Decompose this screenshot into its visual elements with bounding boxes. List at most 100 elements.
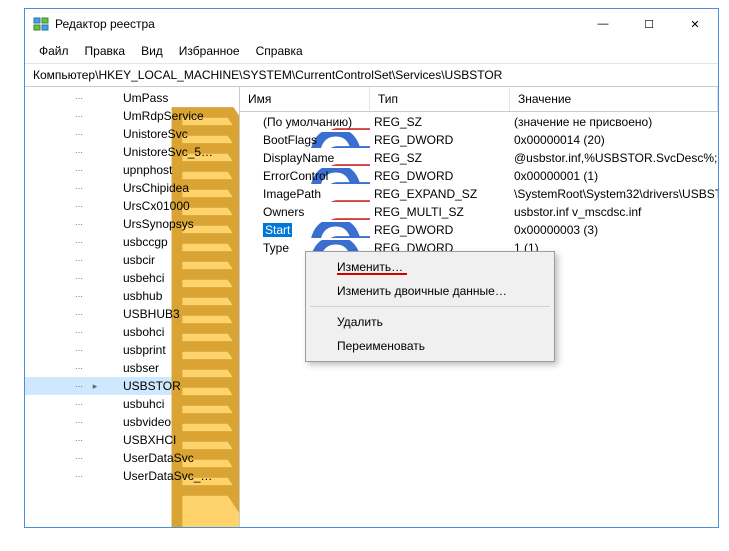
menu-view[interactable]: Вид [133, 41, 171, 61]
tree-guide-icon: ⋯ [69, 130, 89, 139]
string-value-icon [244, 114, 260, 130]
tree-item-usbhub3[interactable]: ⋯USBHUB3 [25, 305, 239, 323]
folder-icon [102, 235, 118, 249]
value-data: \SystemRoot\System32\drivers\USBST… [510, 187, 718, 201]
folder-icon [102, 217, 118, 231]
tree-item-usbprint[interactable]: ⋯usbprint [25, 341, 239, 359]
tree-item-usbxhci[interactable]: ⋯USBXHCI [25, 431, 239, 449]
tree-panel[interactable]: ⋯UmPass⋯UmRdpService⋯UnistoreSvc⋯Unistor… [25, 87, 240, 527]
tree-item-urschipidea[interactable]: ⋯UrsChipidea [25, 179, 239, 197]
col-data[interactable]: Значение [510, 87, 718, 111]
tree-item-label: usbuhci [121, 397, 166, 411]
tree-item-usbstor[interactable]: ⋯▸USBSTOR [25, 377, 239, 395]
tree-item-usbser[interactable]: ⋯ usbser [25, 359, 239, 377]
value-type: REG_DWORD [370, 169, 510, 183]
tree-item-usbvideo[interactable]: ⋯usbvideo [25, 413, 239, 431]
tree-item-label: usbohci [121, 325, 166, 339]
tree-guide-icon: ⋯ [69, 472, 89, 481]
folder-icon [102, 91, 118, 105]
tree-item-umrdpservice[interactable]: ⋯UmRdpService [25, 107, 239, 125]
tree-guide-icon: ⋯ [69, 418, 89, 427]
menu-help[interactable]: Справка [248, 41, 311, 61]
folder-icon [102, 343, 118, 357]
tree-item-usbuhci[interactable]: ⋯ usbuhci [25, 395, 239, 413]
close-button[interactable]: ✕ [672, 9, 718, 39]
tree-guide-icon: ⋯ [69, 400, 89, 409]
cm-delete[interactable]: Удалить [309, 310, 551, 334]
cm-separator [310, 306, 550, 307]
maximize-button[interactable]: ☐ [626, 9, 672, 39]
tree-item-usbehci[interactable]: ⋯ usbehci [25, 269, 239, 287]
cm-modify[interactable]: Изменить… [309, 255, 551, 279]
folder-icon [102, 397, 118, 411]
tree-guide-icon: ⋯ [69, 220, 89, 229]
tree-guide-icon: ⋯ [69, 364, 89, 373]
tree-item-label: usbprint [121, 343, 168, 357]
tree-item-label: UrsSynopsys [121, 217, 196, 231]
value-data: 0x00000014 (20) [510, 133, 718, 147]
folder-icon [102, 415, 118, 429]
value-type: REG_DWORD [370, 133, 510, 147]
tree-item-label: usbser [121, 361, 161, 375]
folder-icon [102, 433, 118, 447]
tree-item-label: usbcir [121, 253, 157, 267]
tree-item-urssynopsys[interactable]: ⋯ UrsSynopsys [25, 215, 239, 233]
col-name[interactable]: Имя [240, 87, 370, 111]
titlebar[interactable]: Редактор реестра — ☐ ✕ [25, 9, 718, 39]
context-menu: Изменить… Изменить двоичные данные… Удал… [305, 251, 555, 362]
string-value-icon [244, 186, 260, 202]
regedit-icon [33, 16, 49, 32]
menu-edit[interactable]: Правка [77, 41, 134, 61]
tree-guide-icon: ⋯ [69, 454, 89, 463]
value-row[interactable]: BootFlagsREG_DWORD0x00000014 (20) [240, 131, 718, 149]
tree-item-userdatasvc[interactable]: ⋯UserDataSvc [25, 449, 239, 467]
cm-modify-label: Изменить… [337, 260, 403, 274]
window-title: Редактор реестра [55, 17, 580, 31]
tree-item-umpass[interactable]: ⋯UmPass [25, 89, 239, 107]
folder-icon [102, 289, 118, 303]
value-row[interactable]: DisplayNameREG_SZ@usbstor.inf,%USBSTOR.S… [240, 149, 718, 167]
tree-item-label: usbehci [121, 271, 166, 285]
tree-guide-icon: ⋯ [69, 148, 89, 157]
tree-item-usbhub[interactable]: ⋯usbhub [25, 287, 239, 305]
tree-item-usbccgp[interactable]: ⋯usbccgp [25, 233, 239, 251]
value-type: REG_SZ [370, 115, 510, 129]
menu-favorites[interactable]: Избранное [171, 41, 248, 61]
tree-item-urscx01000[interactable]: ⋯UrsCx01000 [25, 197, 239, 215]
menu-file[interactable]: Файл [31, 41, 77, 61]
value-row[interactable]: ErrorControlREG_DWORD0x00000001 (1) [240, 167, 718, 185]
tree-item-usbcir[interactable]: ⋯usbcir [25, 251, 239, 269]
value-row[interactable]: (По умолчанию)REG_SZ(значение не присвое… [240, 113, 718, 131]
minimize-button[interactable]: — [580, 9, 626, 39]
address-bar[interactable]: Компьютер\HKEY_LOCAL_MACHINE\SYSTEM\Curr… [25, 64, 718, 87]
tree-item-label: UserDataSvc_… [121, 469, 214, 483]
binary-value-icon [244, 132, 260, 148]
annotation-underline [337, 273, 407, 275]
value-row[interactable]: StartREG_DWORD0x00000003 (3) [240, 221, 718, 239]
cm-rename[interactable]: Переименовать [309, 334, 551, 358]
list-header: Имя Тип Значение [240, 87, 718, 112]
tree-item-unistoresvc[interactable]: ⋯UnistoreSvc [25, 125, 239, 143]
col-type[interactable]: Тип [370, 87, 510, 111]
tree-caret-icon[interactable]: ▸ [89, 381, 101, 392]
value-name: ErrorControl [263, 169, 328, 183]
value-name: ImagePath [263, 187, 321, 201]
value-type: REG_EXPAND_SZ [370, 187, 510, 201]
tree-item-upnphost[interactable]: ⋯upnphost [25, 161, 239, 179]
tree-item-userdatasvc-[interactable]: ⋯ UserDataSvc_… [25, 467, 239, 485]
value-type: REG_SZ [370, 151, 510, 165]
tree-guide-icon: ⋯ [69, 202, 89, 211]
folder-icon [102, 253, 118, 267]
folder-icon [102, 109, 118, 123]
tree-item-label: usbccgp [121, 235, 170, 249]
tree-guide-icon: ⋯ [69, 292, 89, 301]
folder-icon [102, 271, 118, 285]
tree-item-usbohci[interactable]: ⋯usbohci [25, 323, 239, 341]
value-row[interactable]: OwnersREG_MULTI_SZusbstor.inf v_mscdsc.i… [240, 203, 718, 221]
tree-item-unistoresvc-5-[interactable]: ⋯UnistoreSvc_5… [25, 143, 239, 161]
tree-guide-icon: ⋯ [69, 112, 89, 121]
value-row[interactable]: ImagePath REG_EXPAND_SZ\SystemRoot\System… [240, 185, 718, 203]
value-data: @usbstor.inf,%USBSTOR.SvcDesc%;US… [510, 151, 718, 165]
cm-modify-binary[interactable]: Изменить двоичные данные… [309, 279, 551, 303]
tree-guide-icon: ⋯ [69, 274, 89, 283]
